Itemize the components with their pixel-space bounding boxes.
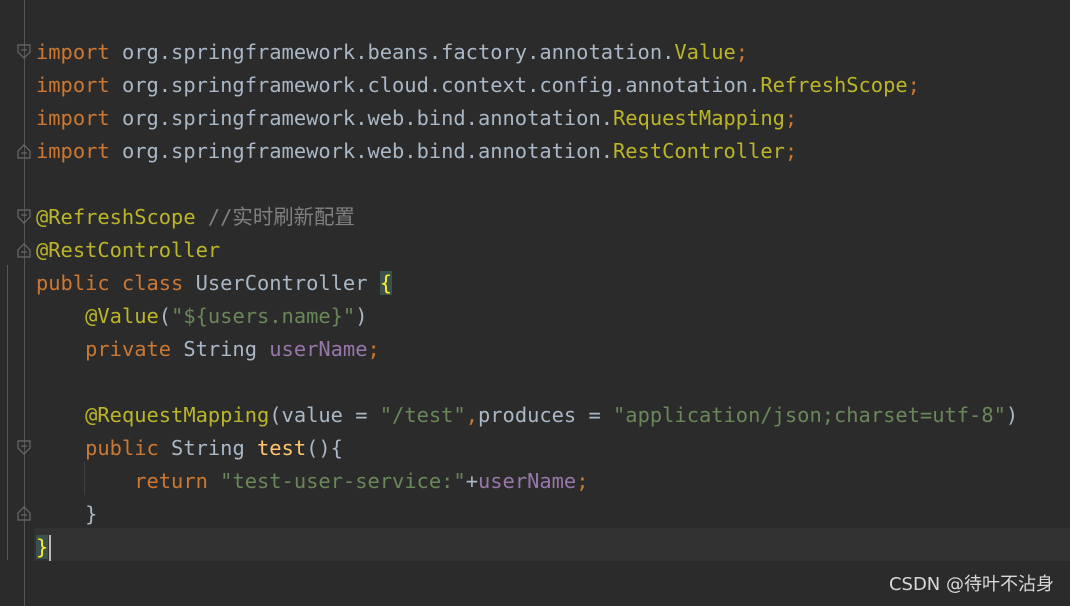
code-token: @RequestMapping [85,403,270,427]
code-line[interactable]: return "test-user-service:"+userName; [36,465,1018,498]
code-token: { [379,271,393,295]
code-token: import [36,73,110,97]
code-token: private [85,337,172,361]
code-token: } [36,535,49,559]
code-token: import [36,139,110,163]
code-token: "application/json;charset=utf-8" [613,403,1006,427]
fold-close-icon[interactable] [16,143,32,159]
code-line[interactable]: private String userName; [36,333,1018,366]
code-token: (value = [269,403,380,427]
code-token: + [465,469,478,493]
code-token: import [36,106,110,130]
code-token: userName [269,337,368,361]
code-line[interactable]: @RefreshScope //实时刷新配置 [36,201,1018,234]
code-token: String [158,436,257,460]
code-token: org.springframework.beans.factory.annota… [109,40,675,64]
code-token: } [36,502,98,526]
code-token: ) [355,304,368,328]
code-line[interactable]: @RestController [36,234,1018,267]
code-token: (){ [306,436,343,460]
code-token: ; [576,469,589,493]
code-token: ; [735,40,749,64]
code-token: ; [784,106,798,130]
code-line[interactable]: @Value("${users.name}") [36,300,1018,333]
code-token: test [257,436,307,460]
code-token: ) [1005,403,1019,427]
code-token: UserController [183,271,380,295]
code-token: Value [674,40,736,64]
code-line[interactable]: public String test(){ [36,432,1018,465]
code-token: ; [367,337,380,361]
code-token: org.springframework.web.bind.annotation. [109,139,613,163]
code-token: @RefreshScope [36,205,196,229]
code-token: ; [784,139,798,163]
editor-gutter [0,0,34,606]
code-token: userName [477,469,577,493]
code-token: "/test" [379,403,466,427]
code-token: ; [907,73,920,97]
code-token: public [85,436,159,460]
fold-open-icon[interactable] [16,44,32,60]
code-token: return [134,469,208,493]
fold-open-icon[interactable] [16,209,32,225]
code-token: //实时刷新配置 [195,205,355,229]
vcs-change-marker [7,265,8,560]
code-token: org.springframework.cloud.context.config… [109,73,761,97]
code-line[interactable]: @RequestMapping(value = "/test",produces… [36,399,1018,432]
code-token: RestController [613,139,785,163]
code-line[interactable]: import org.springframework.cloud.context… [36,69,1018,102]
code-token: , [465,403,478,427]
code-token: public class [36,271,184,295]
code-token: ( [158,304,172,328]
code-token: @RestController [36,238,221,262]
code-token: "test-user-service:" [220,469,466,493]
code-line[interactable]: public class UserController { [36,267,1018,300]
fold-close-icon[interactable] [16,242,32,258]
code-token: produces = [477,403,614,427]
code-token: String [171,337,270,361]
fold-open-icon[interactable] [16,440,32,456]
csdn-watermark: CSDN @待叶不沾身 [888,574,1054,595]
code-token: "${users.name}" [171,304,356,328]
code-line[interactable]: import org.springframework.web.bind.anno… [36,102,1018,135]
code-token: RequestMapping [613,106,785,130]
code-line[interactable]: import org.springframework.beans.factory… [36,36,1018,69]
code-line[interactable]: } [36,531,1018,564]
text-cursor [49,535,52,561]
code-token: RefreshScope [760,73,908,97]
code-token: @Value [85,304,159,328]
code-editor[interactable]: import org.springframework.beans.factory… [36,36,1018,564]
code-token: import [36,40,110,64]
code-line[interactable]: import org.springframework.web.bind.anno… [36,135,1018,168]
code-line[interactable] [36,168,1018,201]
code-token: org.springframework.web.bind.annotation. [109,106,613,130]
code-line[interactable] [36,366,1018,399]
code-line[interactable]: } [36,498,1018,531]
fold-close-icon[interactable] [16,505,32,521]
